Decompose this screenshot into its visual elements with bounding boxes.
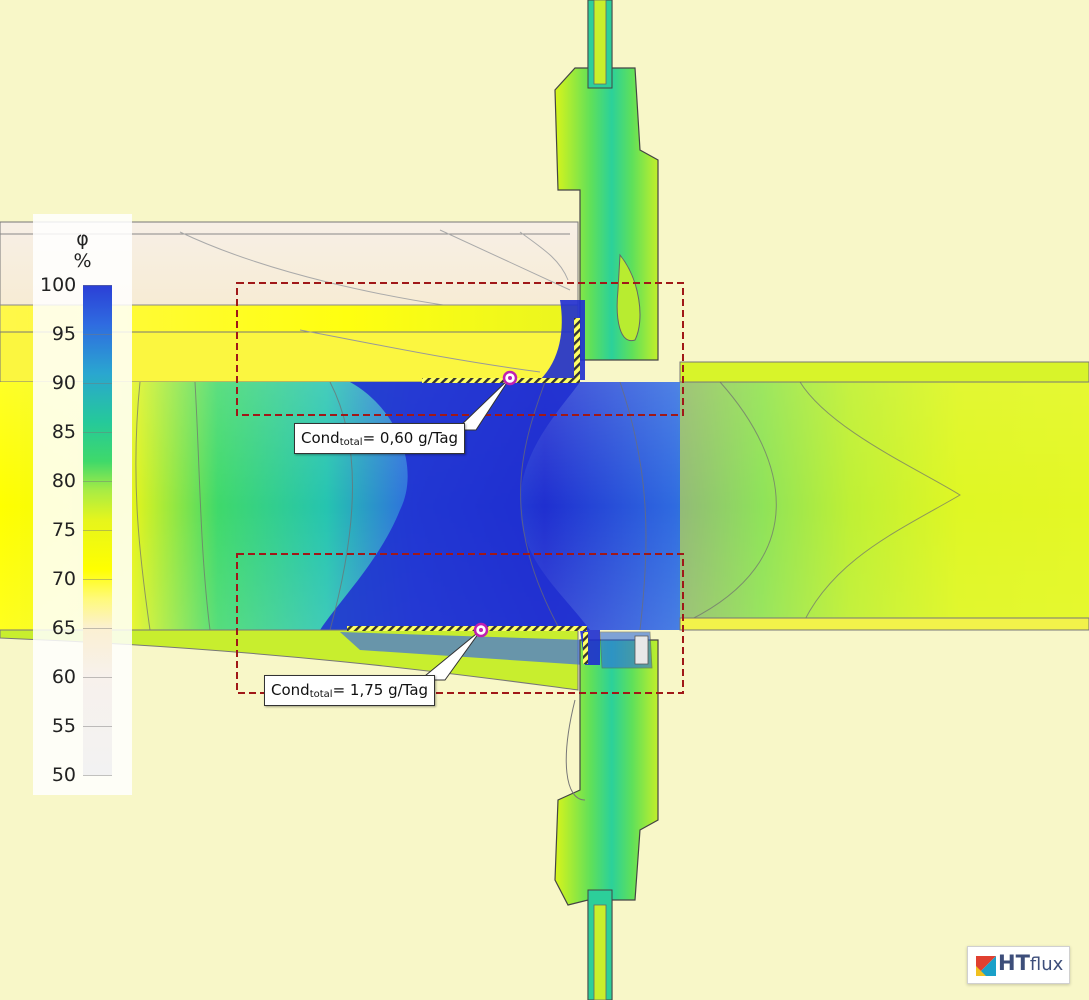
legend-tick-line bbox=[83, 775, 112, 776]
legend-tick-label: 85 bbox=[51, 421, 76, 443]
legend-unit: % bbox=[73, 250, 92, 272]
legend-tick-line bbox=[83, 481, 112, 482]
legend-tick-label: 65 bbox=[51, 617, 76, 639]
logo-text-light: flux bbox=[1029, 954, 1064, 975]
legend-tick-label: 95 bbox=[51, 323, 76, 345]
condensation-layer-lower bbox=[347, 626, 587, 631]
condensation-callout-lower: Condtotal= 1,75 g/Tag bbox=[264, 675, 436, 706]
legend-tick-line bbox=[83, 383, 112, 384]
logo-text-bold: HT bbox=[998, 951, 1030, 975]
callout-lower-label: Cond bbox=[271, 681, 310, 699]
legend-tick-label: 50 bbox=[51, 764, 76, 786]
legend-tick-line bbox=[83, 726, 112, 727]
callout-upper-subscript: total bbox=[339, 437, 363, 448]
legend-tick-line bbox=[83, 628, 112, 629]
legend-tick-label: 70 bbox=[51, 568, 76, 590]
legend-tick-line bbox=[83, 530, 112, 531]
callout-upper-label: Cond bbox=[301, 429, 340, 447]
htflux-logo: HTflux bbox=[967, 946, 1070, 984]
humidity-field-diagram bbox=[0, 0, 1089, 1000]
legend-tick-line bbox=[83, 677, 112, 678]
callout-upper-value: = 0,60 g/Tag bbox=[362, 429, 459, 447]
legend-tick-line bbox=[83, 579, 112, 580]
htflux-logo-icon bbox=[976, 956, 996, 976]
callout-lower-subscript: total bbox=[309, 689, 333, 700]
legend-tick-label: 90 bbox=[51, 372, 76, 394]
legend-tick-label: 75 bbox=[51, 519, 76, 541]
legend-tick-label: 55 bbox=[51, 715, 76, 737]
legend-tick-label: 100 bbox=[40, 274, 77, 296]
condensation-callout-upper: Condtotal= 0,60 g/Tag bbox=[294, 423, 466, 454]
legend-tick-label: 60 bbox=[51, 666, 76, 688]
callout-lower-value: = 1,75 g/Tag bbox=[332, 681, 429, 699]
legend-tick-line bbox=[83, 432, 112, 433]
legend-tick-line bbox=[83, 334, 112, 335]
condensation-layer-upper bbox=[422, 378, 580, 383]
legend-symbol: φ bbox=[76, 228, 89, 250]
simulation-canvas: φ % 100 95 90 85 80 75 70 65 60 55 50 Condtotal= 0… bbox=[0, 0, 1089, 1000]
legend-tick-line bbox=[83, 285, 112, 286]
legend-tick-label: 80 bbox=[51, 470, 76, 492]
